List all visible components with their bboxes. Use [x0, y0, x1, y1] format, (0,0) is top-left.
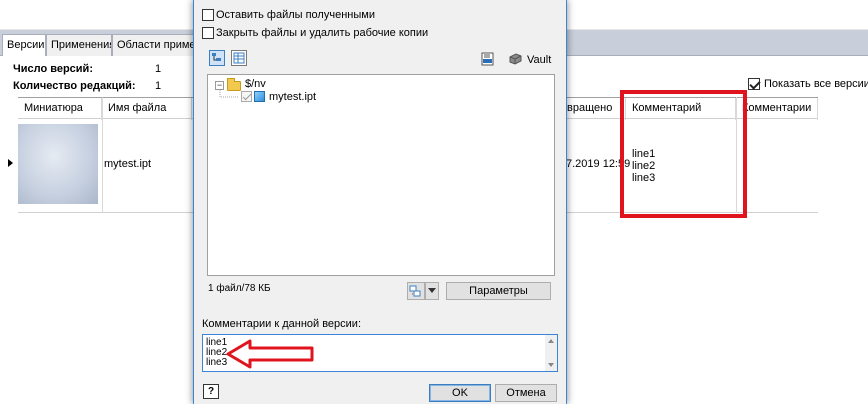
chevron-down-icon [428, 288, 436, 293]
part-file-icon [254, 91, 265, 102]
column-header-comments[interactable]: Комментарии [736, 98, 818, 120]
parameters-button[interactable]: Параметры [446, 282, 551, 300]
comments-label: Комментарии к данной версии: [202, 318, 362, 330]
column-header-thumbnail[interactable]: Миниатюра [18, 98, 102, 120]
ok-button[interactable]: OK [429, 384, 491, 402]
file-thumbnail [18, 124, 98, 204]
revisions-count-value: 1 [155, 80, 162, 92]
annotation-highlight-box [620, 90, 747, 218]
tree-view-icon [212, 53, 221, 61]
cancel-button[interactable]: Отмена [495, 384, 557, 402]
file-include-checkbox[interactable] [241, 91, 252, 102]
tab-versions[interactable]: Версии [2, 34, 46, 57]
settings-dropdown-button[interactable] [407, 282, 425, 300]
annotation-arrow-icon [226, 339, 314, 369]
column-header-filename[interactable]: Имя файла [102, 98, 192, 120]
settings-icon [409, 285, 421, 297]
show-all-versions-checkbox[interactable] [748, 78, 760, 91]
close-delete-copies-option[interactable]: Закрыть файлы и удалить рабочие копии [202, 27, 429, 40]
tree-root-label[interactable]: $/nv [245, 78, 266, 90]
versions-count-value: 1 [155, 63, 162, 75]
vault-icon [508, 53, 522, 65]
current-row-arrow-icon [8, 159, 13, 167]
comments-scrollbar[interactable] [545, 335, 557, 371]
show-all-versions-label: Показать все версии [764, 78, 868, 91]
grid-view-icon [233, 52, 245, 64]
scroll-up-icon [548, 339, 554, 343]
help-button[interactable]: ? [203, 384, 219, 399]
show-all-versions-toggle[interactable]: Показать все версии [748, 78, 868, 91]
selection-summary: 1 файл/78 КБ [208, 283, 271, 294]
close-delete-copies-checkbox[interactable] [202, 27, 214, 40]
keep-checked-out-label: Оставить файлы полученными [216, 9, 375, 22]
keep-checked-out-checkbox[interactable] [202, 9, 214, 22]
scroll-down-icon [548, 363, 554, 367]
tree-file-label[interactable]: mytest.ipt [269, 91, 316, 103]
vault-label[interactable]: Vault [527, 54, 551, 66]
column-header-checked-in[interactable]: вращено [566, 98, 626, 120]
tree-view-button[interactable] [209, 50, 225, 66]
row-filename: mytest.ipt [104, 158, 152, 170]
grid-view-button[interactable] [231, 50, 247, 66]
file-tree[interactable]: − $/nv mytest.ipt [207, 74, 555, 276]
revisions-count-label: Количество редакций: [13, 80, 136, 92]
report-icon[interactable] [481, 52, 495, 66]
settings-dropdown-arrow[interactable] [425, 282, 439, 300]
tab-usage-areas[interactable]: Области приме [112, 34, 194, 56]
collapse-icon[interactable]: − [215, 81, 224, 90]
tree-connector [219, 90, 239, 98]
close-delete-copies-label: Закрыть файлы и удалить рабочие копии [216, 27, 429, 40]
tab-usages[interactable]: Применения [46, 34, 112, 56]
grid-divider [102, 97, 103, 213]
versions-count-label: Число версий: [13, 63, 93, 75]
keep-checked-out-option[interactable]: Оставить файлы полученными [202, 9, 375, 22]
